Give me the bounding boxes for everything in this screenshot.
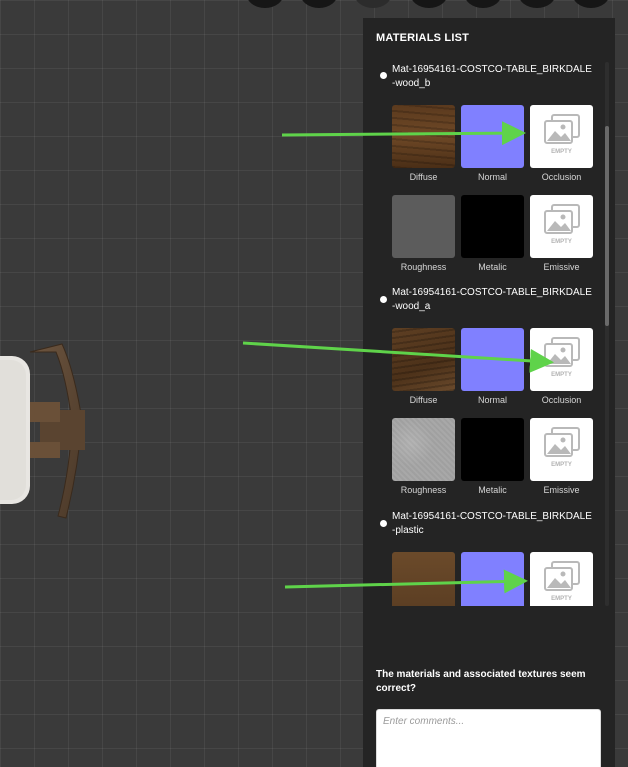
materials-scroll-area[interactable]: Mat-16954161-COSTCO-TABLE_BIRKDALE-wood_…: [363, 58, 615, 606]
scrollbar-thumb[interactable]: [605, 126, 609, 326]
roughness-texture-thumbnail[interactable]: [392, 195, 455, 258]
materials-panel: MATERIALS LIST Mat-16954161-COSTCO-TABLE…: [363, 18, 615, 767]
toolbar-button[interactable]: [246, 0, 284, 8]
texture-label: Normal: [477, 172, 507, 182]
material-bullet: [380, 520, 387, 527]
empty-text: EMPTY: [551, 462, 572, 468]
image-placeholder-icon: [544, 561, 580, 591]
empty-text: EMPTY: [551, 372, 572, 378]
occlusion-empty-thumbnail[interactable]: EMPTY: [530, 552, 593, 606]
texture-label: Metalic: [478, 485, 507, 495]
image-placeholder-icon: [544, 204, 580, 234]
toolbar-button[interactable]: [464, 0, 502, 8]
texture-label: Normal: [477, 395, 507, 405]
comments-input[interactable]: [376, 709, 601, 767]
material-name: Mat-16954161-COSTCO-TABLE_BIRKDALE-plast…: [392, 511, 592, 536]
image-placeholder-icon: [544, 337, 580, 367]
material-name: Mat-16954161-COSTCO-TABLE_BIRKDALE-wood_…: [392, 64, 592, 89]
top-toolbar: [246, 0, 626, 8]
occlusion-empty-thumbnail[interactable]: EMPTY: [530, 328, 593, 391]
material-bullet: [380, 72, 387, 79]
material-bullet: [380, 296, 387, 303]
emissive-empty-thumbnail[interactable]: EMPTY: [530, 195, 593, 258]
toolbar-button[interactable]: [410, 0, 448, 8]
empty-text: EMPTY: [551, 596, 572, 602]
empty-text: EMPTY: [551, 239, 572, 245]
normal-texture-thumbnail[interactable]: [461, 328, 524, 391]
roughness-texture-thumbnail[interactable]: [392, 418, 455, 481]
texture-label: Emissive: [543, 262, 580, 272]
texture-label: Roughness: [400, 485, 447, 495]
image-placeholder-icon: [544, 114, 580, 144]
texture-label: Diffuse: [409, 395, 438, 405]
metalic-texture-thumbnail[interactable]: [461, 195, 524, 258]
diffuse-texture-thumbnail[interactable]: [392, 105, 455, 168]
toolbar-button[interactable]: [354, 0, 392, 8]
toolbar-button[interactable]: [572, 0, 610, 8]
texture-label: Occlusion: [541, 172, 582, 182]
panel-title: MATERIALS LIST: [376, 32, 470, 44]
metalic-texture-thumbnail[interactable]: [461, 418, 524, 481]
toolbar-button[interactable]: [518, 0, 556, 8]
empty-text: EMPTY: [551, 149, 572, 155]
normal-texture-thumbnail[interactable]: [461, 552, 524, 606]
image-placeholder-icon: [544, 427, 580, 457]
diffuse-texture-thumbnail[interactable]: [392, 328, 455, 391]
emissive-empty-thumbnail[interactable]: EMPTY: [530, 418, 593, 481]
material-name: Mat-16954161-COSTCO-TABLE_BIRKDALE-wood_…: [392, 287, 592, 312]
review-question: The materials and associated textures se…: [376, 669, 586, 694]
texture-label: Occlusion: [541, 395, 582, 405]
normal-texture-thumbnail[interactable]: [461, 105, 524, 168]
texture-label: Metalic: [478, 262, 507, 272]
texture-label: Roughness: [400, 262, 447, 272]
chair-model: [0, 343, 85, 519]
texture-label: Diffuse: [409, 172, 438, 182]
toolbar-button[interactable]: [300, 0, 338, 8]
occlusion-empty-thumbnail[interactable]: EMPTY: [530, 105, 593, 168]
texture-label: Emissive: [543, 485, 580, 495]
diffuse-texture-thumbnail[interactable]: [392, 552, 455, 606]
